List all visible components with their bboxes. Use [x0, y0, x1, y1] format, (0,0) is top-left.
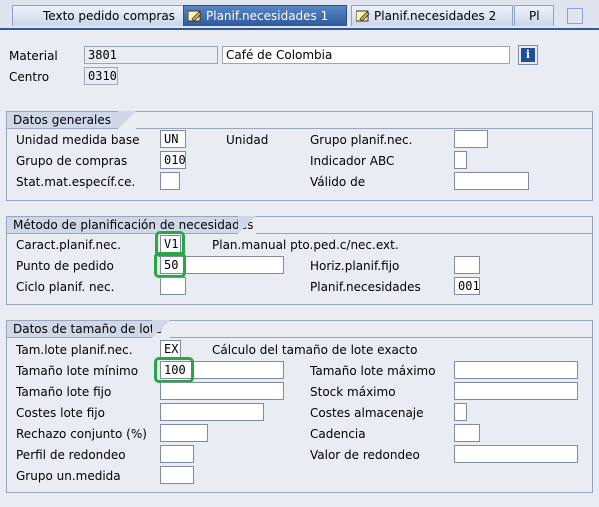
centro-field[interactable]: 0310 [84, 67, 118, 85]
grupo-compras-label: Grupo de compras [16, 154, 128, 168]
material-field[interactable]: 3801 [84, 46, 218, 64]
planificador-label: Planif.necesidades [310, 280, 421, 294]
perfil-redondeo-field[interactable] [160, 445, 194, 463]
metodo-planificacion-title: Método de planificación de necesidades [6, 216, 253, 234]
tamano-lote-maximo-label: Tamaño lote máximo [310, 364, 436, 378]
indicador-abc-field[interactable] [454, 151, 467, 169]
tab-texto-pedido-compras[interactable]: Texto pedido compras [12, 5, 184, 26]
highlight-tamano-lote-minimo [154, 357, 194, 383]
pencil-icon [187, 8, 202, 22]
tam-lote-planif-field[interactable]: EX [160, 340, 181, 358]
pencil-icon [355, 8, 370, 22]
valor-redondeo-label: Valor de redondeo [310, 448, 420, 462]
ciclo-planif-field[interactable] [160, 277, 186, 295]
punto-pedido-label: Punto de pedido [16, 259, 114, 273]
unidad-medida-base-desc: Unidad [226, 133, 269, 147]
costes-lote-fijo-label: Costes lote fijo [16, 406, 105, 420]
highlight-punto-pedido [154, 252, 186, 278]
datos-generales-title: Datos generales [6, 111, 118, 129]
valido-de-field[interactable] [454, 172, 529, 190]
grupo-un-medida-field[interactable] [160, 466, 194, 484]
tam-lote-planif-label: Tam.lote planif.nec. [16, 343, 133, 357]
tab-planif-necesidades-1[interactable]: Planif.necesidades 1 [183, 5, 347, 26]
planificador-field[interactable]: 001 [454, 277, 480, 295]
group-title-line [170, 337, 592, 338]
material-description-field[interactable]: Café de Colombia [222, 46, 510, 64]
stat-mat-field[interactable] [160, 172, 180, 190]
perfil-redondeo-label: Perfil de redondeo [16, 448, 126, 462]
tab-label: Texto pedido compras [43, 9, 175, 23]
valido-de-label: Válido de [310, 175, 366, 189]
unidad-medida-base-field[interactable]: UN [160, 130, 186, 148]
info-button[interactable]: i [518, 45, 538, 65]
group-title-line [136, 128, 592, 129]
tab-more[interactable]: Pl [514, 5, 554, 26]
horiz-planif-field[interactable] [454, 256, 480, 274]
tab-scroll-button[interactable] [567, 8, 583, 24]
horiz-planif-label: Horiz.planif.fijo [310, 259, 400, 273]
grupo-planif-field[interactable] [454, 130, 488, 148]
stock-maximo-field[interactable] [454, 382, 578, 400]
group-title-slant [152, 320, 170, 338]
tamano-lote-fijo-field[interactable] [160, 382, 284, 400]
grupo-un-medida-label: Grupo un.medida [16, 469, 121, 483]
group-title-slant [118, 111, 136, 129]
tab-label: Pl [529, 9, 540, 23]
tamano-lote-fijo-label: Tamaño lote fijo [16, 385, 112, 399]
tamano-lote-minimo-label: Tamaño lote mínimo [16, 364, 139, 378]
info-icon: i [521, 48, 535, 62]
indicador-abc-label: Indicador ABC [310, 154, 395, 168]
tam-lote-planif-desc: Cálculo del tamaño de lote exacto [212, 343, 418, 357]
tab-label: Planif.necesidades 1 [206, 9, 329, 23]
tab-bar: Texto pedido compras Planif.necesidades … [0, 0, 599, 28]
caract-planif-desc: Plan.manual pto.ped.c/nec.ext. [212, 238, 399, 252]
cadencia-label: Cadencia [310, 427, 366, 441]
stat-mat-label: Stat.mat.específ.ce. [16, 175, 136, 189]
cadencia-field[interactable] [454, 424, 480, 442]
centro-label: Centro [9, 70, 50, 84]
unidad-medida-base-label: Unidad medida base [16, 133, 140, 147]
grupo-compras-field[interactable]: 010 [160, 151, 186, 169]
tab-label: Planif.necesidades 2 [374, 9, 497, 23]
costes-lote-fijo-field[interactable] [160, 403, 264, 421]
rechazo-conjunto-field[interactable] [160, 424, 208, 442]
costes-almacenaje-label: Costes almacenaje [310, 406, 424, 420]
caract-planif-label: Caract.planif.nec. [16, 238, 121, 252]
group-title-line [256, 233, 592, 234]
tamano-lote-maximo-field[interactable] [454, 361, 578, 379]
valor-redondeo-field[interactable] [454, 445, 578, 463]
stock-maximo-label: Stock máximo [310, 385, 396, 399]
costes-almacenaje-field[interactable] [454, 403, 467, 421]
ciclo-planif-label: Ciclo planif. nec. [16, 280, 115, 294]
grupo-planif-label: Grupo planif.nec. [310, 133, 413, 147]
material-label: Material [9, 49, 58, 63]
tab-planif-necesidades-2[interactable]: Planif.necesidades 2 [351, 5, 513, 26]
datos-tamano-lote-title: Datos de tamaño de lote [6, 320, 162, 338]
group-title-slant [238, 216, 256, 234]
rechazo-conjunto-label: Rechazo conjunto (%) [16, 427, 147, 441]
